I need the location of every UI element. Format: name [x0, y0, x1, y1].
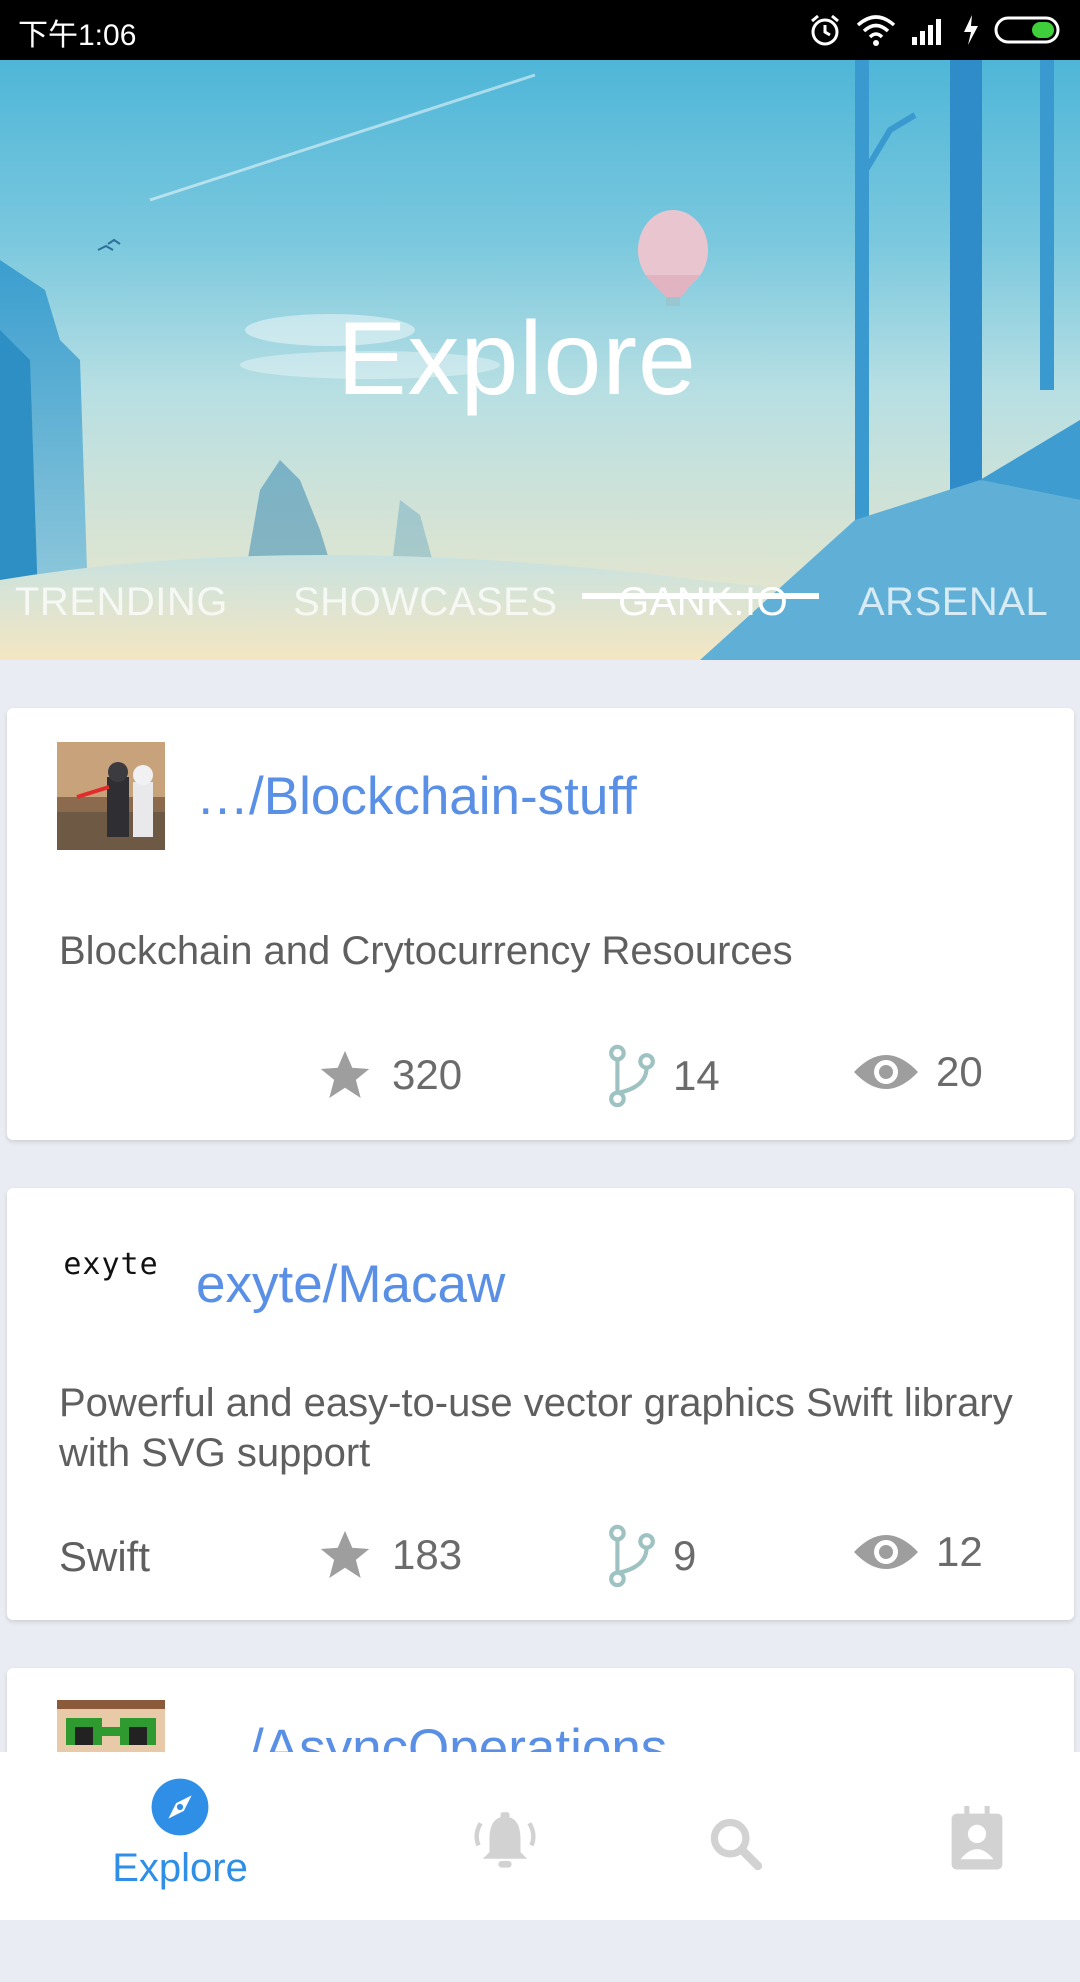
- fork-icon: [609, 1044, 655, 1108]
- watchers-stat: 20: [852, 1048, 983, 1096]
- watchers-count: 20: [936, 1048, 983, 1095]
- battery-icon: [994, 16, 1060, 44]
- alarm-icon: [811, 14, 839, 46]
- repo-avatar: [57, 742, 165, 850]
- wifi-icon: [856, 15, 896, 46]
- repo-language: Swift: [59, 1533, 151, 1580]
- bottom-navigation: Explore: [0, 1752, 1080, 1920]
- nav-profile[interactable]: [942, 1806, 1012, 1974]
- tab-indicator: [582, 593, 819, 599]
- repo-name[interactable]: …/Blockchain-stuff: [196, 766, 637, 827]
- repo-card[interactable]: …/Blockchain-stuff Blockchain and Crytoc…: [7, 708, 1074, 1140]
- forks-stat: 9: [607, 1524, 696, 1588]
- repo-avatar: exyte: [57, 1210, 165, 1318]
- search-icon: [710, 1818, 763, 1871]
- stars-count: 320: [392, 1051, 463, 1098]
- tab-arsenal[interactable]: ARSENAL: [858, 580, 1048, 625]
- explore-header: Explore TRENDING SHOWCASES GANK.IO ARSEN…: [0, 60, 1080, 660]
- status-icons: [808, 8, 1064, 52]
- fork-icon: [609, 1524, 655, 1588]
- nav-explore[interactable]: Explore: [95, 1776, 265, 1944]
- stars-count: 183: [392, 1531, 463, 1578]
- charging-icon: [964, 15, 978, 45]
- eye-icon: [854, 1535, 918, 1569]
- signal-icon: [912, 19, 941, 45]
- status-bar: 下午1:06: [0, 0, 1080, 60]
- contact-icon: [951, 1806, 1003, 1870]
- repo-card[interactable]: exyte exyte/Macaw Powerful and easy-to-u…: [7, 1188, 1074, 1620]
- watchers-stat: 12: [852, 1528, 983, 1576]
- explore-tabs: TRENDING SHOWCASES GANK.IO ARSENAL: [0, 560, 1080, 660]
- star-icon: [320, 1050, 370, 1098]
- forks-count: 14: [673, 1052, 720, 1099]
- tab-gankio[interactable]: GANK.IO: [618, 580, 788, 625]
- lego-figures-avatar: [57, 742, 165, 850]
- avatar-logo-text: exyte: [63, 1246, 159, 1282]
- tab-trending[interactable]: TRENDING: [15, 580, 228, 625]
- repo-description: Blockchain and Crytocurrency Resources: [59, 929, 793, 973]
- watchers-count: 12: [936, 1528, 983, 1575]
- forks-count: 9: [673, 1532, 697, 1579]
- stars-stat: 183: [314, 1526, 462, 1584]
- stars-stat: 320: [314, 1046, 462, 1104]
- status-time: 下午1:06: [18, 19, 137, 52]
- nav-notifications[interactable]: [455, 1810, 555, 1978]
- nav-search[interactable]: [695, 1814, 775, 1982]
- repo-name[interactable]: exyte/Macaw: [196, 1254, 505, 1315]
- nav-explore-label: Explore: [112, 1846, 248, 1890]
- repo-description: Powerful and easy-to-use vector graphics…: [59, 1381, 1013, 1475]
- bell-icon: [474, 1812, 536, 1868]
- forks-stat: 14: [607, 1044, 720, 1108]
- tab-showcases[interactable]: SHOWCASES: [293, 580, 558, 625]
- page-title: Explore: [337, 301, 697, 417]
- compass-icon: [151, 1778, 209, 1836]
- eye-icon: [854, 1055, 918, 1089]
- star-icon: [320, 1530, 370, 1578]
